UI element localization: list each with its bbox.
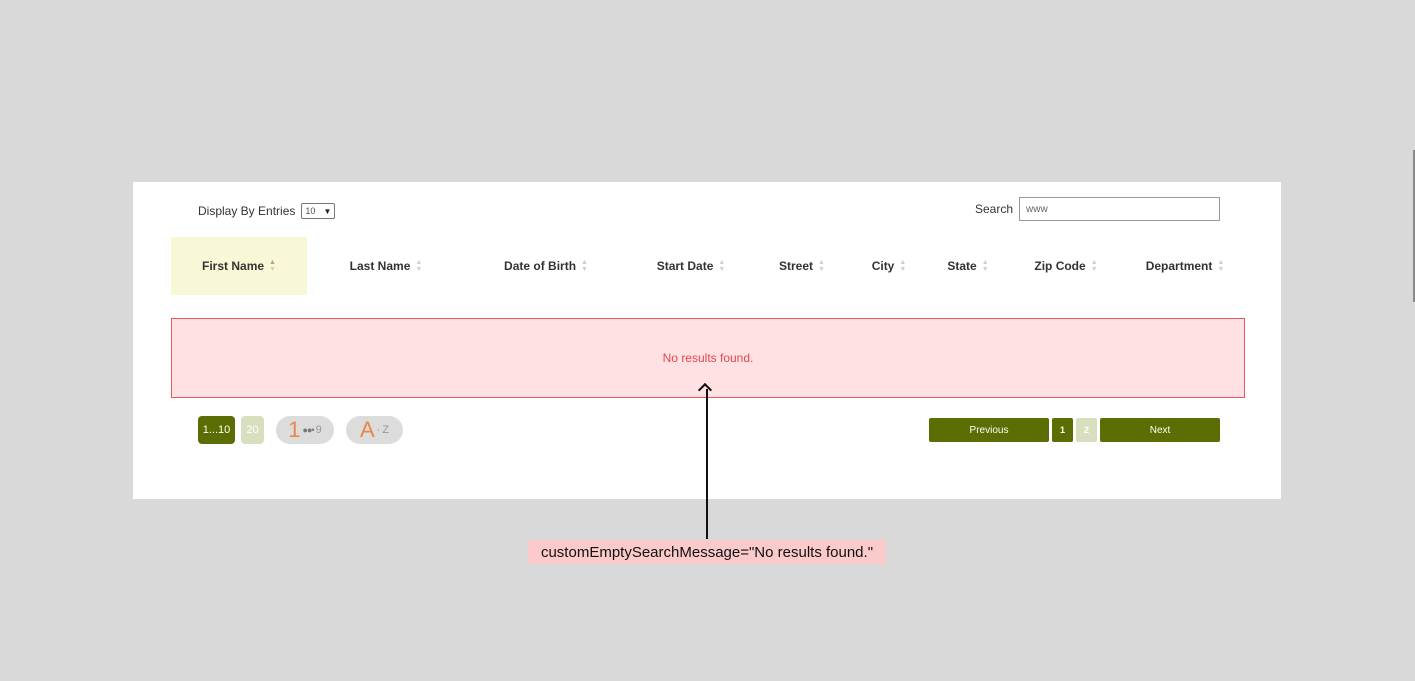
sort-icon: ▲ ▼ (818, 259, 825, 273)
range-button[interactable]: 1...10 (198, 416, 235, 444)
sort-icon: ▲ ▼ (981, 259, 989, 273)
numeric-sort-first: 1 (288, 417, 301, 442)
column-label: First Name (202, 259, 265, 273)
entries-select[interactable]: 10 ▼ (301, 203, 336, 219)
sort-icon: ▲ ▼ (415, 259, 423, 273)
dot-separator-icon: · (376, 424, 381, 436)
sort-icon: ▲ ▼ (718, 259, 726, 273)
column-header-street[interactable]: Street ▲ ▼ (755, 237, 849, 295)
sort-icon: ▲ ▼ (269, 259, 276, 273)
column-label: Zip Code (1034, 259, 1086, 273)
alpha-sort-last: Z (382, 424, 390, 436)
column-label: Date of Birth (504, 259, 577, 273)
column-label: Department (1145, 259, 1213, 273)
annotation-label: customEmptySearchMessage="No results fou… (528, 540, 886, 564)
entries-control: Display By Entries 10 ▼ (198, 201, 336, 221)
sort-icon: ▲ ▼ (1090, 259, 1098, 273)
column-label: State (947, 259, 977, 273)
column-header-start-date[interactable]: Start Date ▲ ▼ (627, 237, 755, 295)
column-label: Street (779, 259, 814, 273)
column-header-department[interactable]: Department ▲ ▼ (1125, 237, 1245, 295)
annotation-arrow-line (706, 389, 708, 539)
sort-icon: ▲ ▼ (1217, 259, 1225, 273)
empty-search-message: No results found. (662, 351, 754, 365)
page-button-2[interactable]: 2 (1076, 418, 1097, 442)
dots-icon: ●●• (302, 425, 315, 435)
alpha-sort-first: A (359, 417, 375, 442)
search-control: Search www (975, 197, 1221, 221)
column-label: City (871, 259, 895, 273)
numeric-sort-button[interactable]: 1 ●●• 9 (276, 416, 334, 444)
column-header-zip-code[interactable]: Zip Code ▲ ▼ (1007, 237, 1125, 295)
column-header-first-name[interactable]: First Name ▲ ▼ (171, 237, 307, 295)
entries-label: Display By Entries (198, 204, 296, 218)
alpha-sort-button[interactable]: A · Z (346, 416, 403, 444)
column-header-date-of-birth[interactable]: Date of Birth ▲ ▼ (465, 237, 627, 295)
column-header-state[interactable]: State ▲ ▼ (929, 237, 1007, 295)
column-label: Last Name (349, 259, 411, 273)
search-input[interactable]: www (1019, 197, 1221, 221)
numeric-sort-last: 9 (315, 424, 322, 436)
column-header-city[interactable]: City ▲ ▼ (849, 237, 929, 295)
previous-button[interactable]: Previous (929, 418, 1049, 442)
column-label: Start Date (656, 259, 714, 273)
page-button-1[interactable]: 1 (1052, 418, 1073, 442)
chevron-down-icon: ▼ (323, 206, 332, 216)
entries-select-value: 10 (305, 206, 316, 216)
table-header: First Name ▲ ▼ Last Name ▲ ▼ Date of Birth… (171, 237, 1245, 295)
next-button[interactable]: Next (1100, 418, 1220, 442)
view-options: 1...10 20 1 ●●• 9 A · Z (198, 416, 403, 444)
pagination: Previous 1 2 Next (929, 418, 1220, 442)
column-header-last-name[interactable]: Last Name ▲ ▼ (307, 237, 465, 295)
page-size-button[interactable]: 20 (241, 416, 264, 444)
search-label: Search (975, 202, 1014, 216)
sort-icon: ▲ ▼ (581, 259, 588, 273)
sort-icon: ▲ ▼ (899, 259, 907, 273)
